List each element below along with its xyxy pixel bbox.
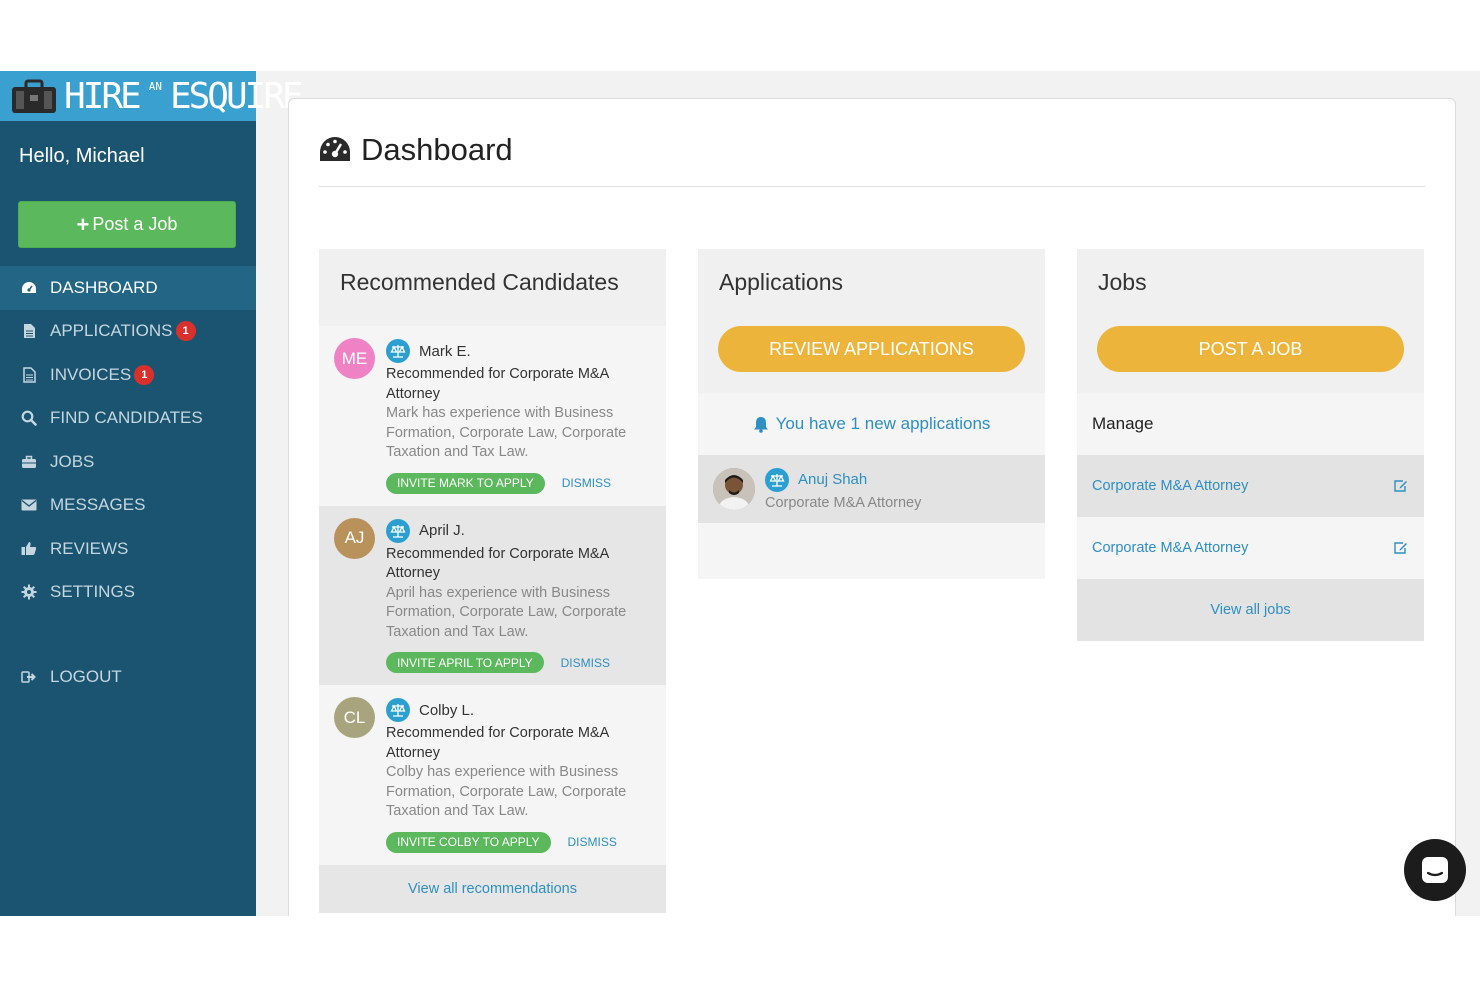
sidebar-item-reviews[interactable]: REVIEWS <box>0 527 256 571</box>
dismiss-link[interactable]: DISMISS <box>561 656 610 670</box>
candidate-item: AJ April J. Recommended for Corporate M&… <box>319 505 666 685</box>
dashboard-panel: Dashboard Recommended Candidates ME Mark… <box>288 98 1456 916</box>
page-title: Dashboard <box>361 132 513 167</box>
candidate-recommendation: Recommended for Corporate M&A Attorney <box>386 366 609 402</box>
gear-icon <box>20 583 38 601</box>
scale-icon <box>386 339 410 363</box>
scale-icon <box>765 467 789 492</box>
candidate-recommendation: Recommended for Corporate M&A Attorney <box>386 545 609 582</box>
applications-title: Applications <box>698 249 1045 326</box>
jobs-card: Jobs POST A JOB Manage Corporate M&A Att… <box>1077 249 1424 641</box>
thumbs-up-icon <box>20 540 38 558</box>
logo[interactable]: HIRE AN ESQUIRE <box>0 71 304 121</box>
candidate-name: Colby L. <box>419 701 475 719</box>
logo-text-esquire: ESQUIRE <box>169 75 304 117</box>
edit-icon[interactable] <box>1393 541 1408 555</box>
recommended-candidates-title: Recommended Candidates <box>319 249 666 326</box>
post-a-job-button[interactable]: POST A JOB <box>1097 326 1404 372</box>
scale-icon <box>386 518 410 543</box>
avatar: AJ <box>334 517 375 559</box>
envelope-icon <box>20 496 38 514</box>
applicant-name: Anuj Shah <box>798 471 868 488</box>
search-icon <box>20 409 38 427</box>
sidebar-item-settings[interactable]: SETTINGS <box>0 571 256 615</box>
avatar <box>713 468 755 510</box>
invoices-count-badge: 1 <box>134 364 155 385</box>
chat-launcher-button[interactable] <box>1404 839 1466 901</box>
dashboard-icon <box>20 279 38 297</box>
dashboard-icon <box>319 136 351 167</box>
sidebar: HIRE AN ESQUIRE Hello, Michael + Post a … <box>0 71 304 916</box>
dismiss-link[interactable]: DISMISS <box>568 835 617 849</box>
job-title-link[interactable]: Corporate M&A Attorney <box>1092 540 1248 556</box>
candidate-name: April J. <box>419 522 465 539</box>
dismiss-link[interactable]: DISMISS <box>562 476 611 490</box>
invite-candidate-button[interactable]: INVITE APRIL TO APPLY <box>386 652 544 673</box>
new-applications-notice[interactable]: You have 1 new applications <box>698 393 1045 455</box>
sidebar-item-jobs[interactable]: JOBS <box>0 440 256 484</box>
post-job-button[interactable]: + Post a Job <box>18 201 236 248</box>
applications-card: Applications REVIEW APPLICATIONS You hav… <box>698 249 1045 579</box>
review-applications-button[interactable]: REVIEW APPLICATIONS <box>718 326 1025 372</box>
candidate-description: Mark has experience with Business Format… <box>386 405 627 460</box>
avatar: ME <box>334 338 375 379</box>
avatar: CL <box>334 697 375 738</box>
briefcase-logo-icon <box>10 77 60 115</box>
manage-label: Manage <box>1077 393 1424 455</box>
app-frame: HIRE AN ESQUIRE Hello, Michael + Post a … <box>0 71 1480 916</box>
candidate-recommendation: Recommended for Corporate M&A Attorney <box>386 725 609 761</box>
page-header: Dashboard <box>319 131 1425 187</box>
chat-icon <box>1420 855 1450 885</box>
candidate-description: April has experience with Business Forma… <box>386 584 627 640</box>
candidate-name: Mark E. <box>419 342 471 360</box>
recommended-candidates-card: Recommended Candidates ME Mark E. Recomm… <box>319 249 666 913</box>
sidebar-item-find-candidates[interactable]: FIND CANDIDATES <box>0 397 256 441</box>
plus-icon: + <box>76 211 90 237</box>
edit-icon[interactable] <box>1393 479 1408 493</box>
logout-icon <box>20 668 38 686</box>
job-item[interactable]: Corporate M&A Attorney <box>1077 517 1424 579</box>
view-all-recommendations-link[interactable]: View all recommendations <box>319 864 666 913</box>
briefcase-icon <box>20 453 38 471</box>
applicant-role: Corporate M&A Attorney <box>765 494 922 511</box>
post-job-label: Post a Job <box>92 214 178 234</box>
sidebar-item-invoices[interactable]: INVOICES 1 <box>0 353 256 397</box>
sidebar-item-dashboard[interactable]: DASHBOARD <box>0 266 256 310</box>
candidate-item: CL Colby L. Recommended for Corporate M&… <box>319 685 666 865</box>
bell-icon <box>753 416 769 433</box>
application-item[interactable]: Anuj Shah Corporate M&A Attorney <box>698 455 1045 523</box>
logo-text-an: AN <box>148 79 162 93</box>
invite-candidate-button[interactable]: INVITE COLBY TO APPLY <box>386 831 551 853</box>
job-item[interactable]: Corporate M&A Attorney <box>1077 455 1424 517</box>
invoice-icon <box>20 366 38 384</box>
file-icon <box>20 322 38 340</box>
view-all-jobs-link[interactable]: View all jobs <box>1077 579 1424 641</box>
job-title-link[interactable]: Corporate M&A Attorney <box>1092 478 1248 494</box>
logo-text-hire: HIRE <box>64 75 142 117</box>
jobs-title: Jobs <box>1077 249 1424 326</box>
sidebar-item-messages[interactable]: MESSAGES <box>0 484 256 528</box>
applications-count-badge: 1 <box>175 321 196 342</box>
invite-candidate-button[interactable]: INVITE MARK TO APPLY <box>386 472 545 494</box>
sidebar-nav: DASHBOARD APPLICATIONS 1 INVOICES 1 FIND… <box>0 266 256 699</box>
sidebar-item-logout[interactable]: LOGOUT <box>0 655 256 699</box>
sidebar-item-applications[interactable]: APPLICATIONS 1 <box>0 310 256 354</box>
greeting: Hello, Michael <box>19 145 145 167</box>
candidate-description: Colby has experience with Business Forma… <box>386 764 627 819</box>
candidate-item: ME Mark E. Recommended for Corporate M&A… <box>319 326 666 506</box>
scale-icon <box>386 698 410 722</box>
